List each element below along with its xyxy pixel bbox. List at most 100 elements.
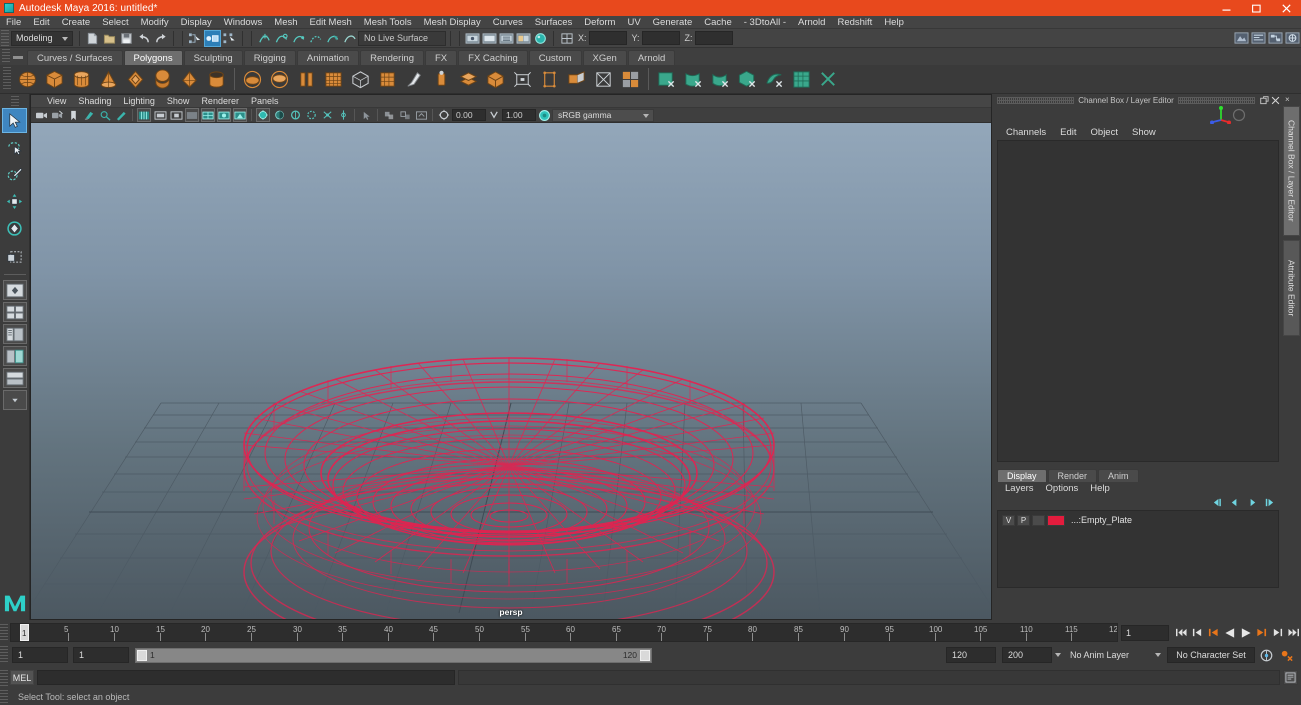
layer-name[interactable]: ...:Empty_Plate <box>1071 515 1132 525</box>
uv-automatic-icon[interactable] <box>735 67 760 92</box>
two-d-pan-zoom-icon[interactable] <box>98 108 112 122</box>
exposure-icon[interactable] <box>437 108 451 122</box>
four-view-layout-icon[interactable] <box>3 302 27 322</box>
viewport-menu-lighting[interactable]: Lighting <box>117 95 161 108</box>
isolate-select-icon[interactable] <box>359 108 373 122</box>
current-frame-field[interactable]: 1 <box>1121 625 1169 641</box>
ambient-occlusion-icon[interactable] <box>288 108 302 122</box>
menu-select[interactable]: Select <box>96 16 134 29</box>
layer-shading-toggle[interactable] <box>1032 515 1045 526</box>
last-layer-icon[interactable] <box>1263 496 1275 508</box>
menu-generate[interactable]: Generate <box>647 16 699 29</box>
channel-box-menu-edit[interactable]: Edit <box>1053 126 1083 139</box>
time-slider-grip[interactable] <box>0 624 8 642</box>
menu-edit-mesh[interactable]: Edit Mesh <box>304 16 358 29</box>
show-hide-tool-settings-icon[interactable] <box>481 30 498 47</box>
poly-gear-icon[interactable] <box>321 67 346 92</box>
show-hide-attribute-editor-icon[interactable] <box>464 30 481 47</box>
rotate-tool-icon[interactable] <box>2 216 27 241</box>
snap-to-curve-icon[interactable] <box>273 30 290 47</box>
step-back-frame-icon[interactable] <box>1190 625 1205 641</box>
channel-box-menu-channels[interactable]: Channels <box>999 126 1053 139</box>
range-slider-grip[interactable] <box>0 646 8 664</box>
layer-visibility-toggle[interactable]: V <box>1002 515 1015 526</box>
select-tool-icon[interactable] <box>2 108 27 133</box>
layer-color-swatch[interactable] <box>1047 515 1065 526</box>
textured-icon[interactable] <box>233 108 247 122</box>
shelf-icon-grip[interactable] <box>3 67 11 91</box>
close-icon[interactable] <box>1271 0 1301 16</box>
menu-mesh-display[interactable]: Mesh Display <box>418 16 487 29</box>
range-start-field[interactable]: 1 <box>73 647 129 663</box>
viewport-menu-panels[interactable]: Panels <box>245 95 285 108</box>
motion-blur-icon[interactable] <box>304 108 318 122</box>
menu-edit[interactable]: Edit <box>27 16 55 29</box>
status-line-grip[interactable] <box>1 30 9 46</box>
transform-coordinate-toggle-icon[interactable] <box>558 30 575 47</box>
uv-spherical-icon[interactable] <box>708 67 733 92</box>
shelf-tab-arnold[interactable]: Arnold <box>628 50 675 65</box>
bevel-icon[interactable] <box>591 67 616 92</box>
render-settings-icon[interactable] <box>1250 30 1267 47</box>
go-to-start-icon[interactable] <box>1174 625 1189 641</box>
menu-cache[interactable]: Cache <box>698 16 737 29</box>
open-scene-icon[interactable] <box>101 30 118 47</box>
shelf-tab-animation[interactable]: Animation <box>297 50 359 65</box>
command-language-button[interactable]: MEL <box>10 670 34 685</box>
shelf-tab-rendering[interactable]: Rendering <box>360 50 424 65</box>
viewport-menu-view[interactable]: View <box>41 95 72 108</box>
auto-key-icon[interactable] <box>1258 647 1275 664</box>
menu-display[interactable]: Display <box>175 16 218 29</box>
layer-playback-toggle[interactable]: P <box>1017 515 1030 526</box>
channel-box-menu-object[interactable]: Object <box>1084 126 1125 139</box>
menu-modify[interactable]: Modify <box>135 16 175 29</box>
menu-mesh[interactable]: Mesh <box>268 16 303 29</box>
separate-icon[interactable] <box>537 67 562 92</box>
poly-torus-icon[interactable] <box>123 67 148 92</box>
smooth-icon[interactable] <box>456 67 481 92</box>
smooth-shade-icon[interactable] <box>217 108 231 122</box>
shelf-tab-sculpting[interactable]: Sculpting <box>184 50 243 65</box>
poly-sphere-icon[interactable] <box>15 67 40 92</box>
maximize-icon[interactable] <box>1241 0 1271 16</box>
move-tool-icon[interactable] <box>2 189 27 214</box>
anim-layer-selector[interactable]: No Anim Layer <box>1065 647 1152 663</box>
tab-render[interactable]: Render <box>1048 469 1098 482</box>
gamma-field[interactable]: 1.00 <box>502 109 536 121</box>
tab-display[interactable]: Display <box>997 469 1047 482</box>
shadows-icon[interactable] <box>272 108 286 122</box>
undock-icon[interactable] <box>1259 95 1270 106</box>
help-line-grip[interactable] <box>0 690 8 704</box>
channel-box-menu-show[interactable]: Show <box>1125 126 1163 139</box>
depth-of-field-icon[interactable] <box>336 108 350 122</box>
menu-file[interactable]: File <box>0 16 27 29</box>
render-globals-icon[interactable] <box>1284 30 1301 47</box>
render-sphere-icon[interactable] <box>532 30 549 47</box>
command-line-grip[interactable] <box>0 670 8 686</box>
gamma-icon[interactable] <box>487 108 501 122</box>
sculpt-geometry-icon[interactable] <box>402 67 427 92</box>
menu-uv[interactable]: UV <box>621 16 646 29</box>
anim-end-field[interactable]: 200 <box>1002 647 1052 663</box>
hypershade-icon[interactable] <box>1267 30 1284 47</box>
select-by-hierarchy-icon[interactable] <box>187 30 204 47</box>
vtab-channel-box-layer-editor[interactable]: Channel Box / Layer Editor <box>1283 106 1300 236</box>
viewport-menu-renderer[interactable]: Renderer <box>195 95 245 108</box>
poly-type-icon[interactable] <box>348 67 373 92</box>
xray-active-components-icon[interactable] <box>414 108 428 122</box>
persp-graph-layout-icon[interactable] <box>3 346 27 366</box>
xray-joints-icon[interactable] <box>398 108 412 122</box>
range-handle-right[interactable] <box>640 650 650 661</box>
poly-helix-icon[interactable] <box>267 67 292 92</box>
channel-box-content[interactable] <box>997 140 1279 462</box>
gate-mask-icon[interactable] <box>185 108 199 122</box>
menu-set-selector[interactable]: Modeling <box>11 31 73 46</box>
menu-deform[interactable]: Deform <box>578 16 621 29</box>
select-by-component-type-icon[interactable] <box>221 30 238 47</box>
menu-surfaces[interactable]: Surfaces <box>529 16 579 29</box>
go-to-end-icon[interactable] <box>1286 625 1301 641</box>
layer-row[interactable]: V P ...:Empty_Plate <box>998 514 1278 526</box>
shelf-tab-fx[interactable]: FX <box>425 50 457 65</box>
multisample-icon[interactable] <box>320 108 334 122</box>
x-field[interactable] <box>589 31 627 45</box>
